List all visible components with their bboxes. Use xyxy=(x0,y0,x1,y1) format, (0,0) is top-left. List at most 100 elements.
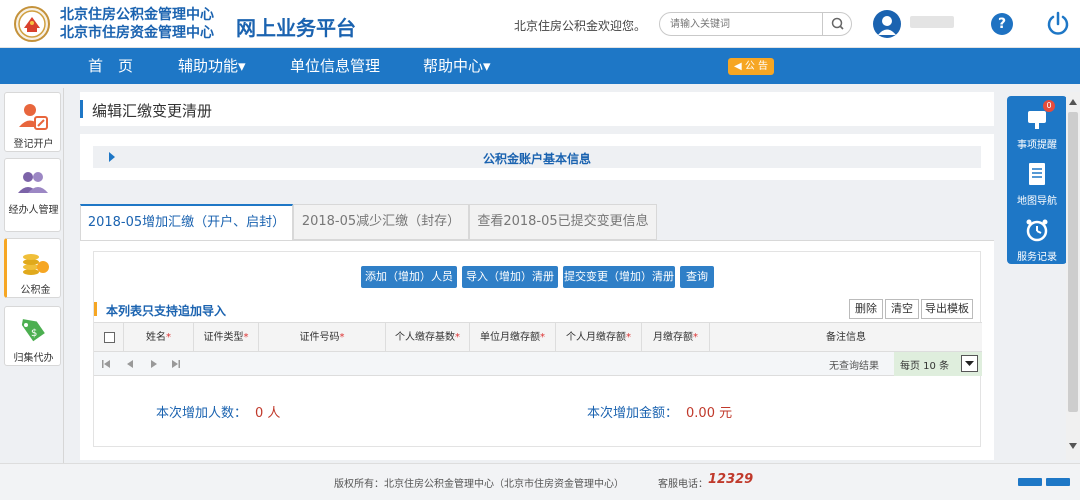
search-icon xyxy=(831,17,844,30)
sidebar-item-register[interactable]: 登记开户 xyxy=(4,92,61,152)
main-content: 编辑汇缴变更清册 公积金账户基本信息 2018-05增加汇缴（开户、启封） 20… xyxy=(80,92,994,460)
logo xyxy=(14,6,50,42)
nav-home[interactable]: 首 页 xyxy=(88,48,133,84)
operators-icon xyxy=(18,172,48,193)
search-box xyxy=(659,12,852,36)
select-all-checkbox[interactable] xyxy=(104,332,115,343)
chevron-down-icon xyxy=(965,361,974,366)
increase-amount-label: 本次增加金额： xyxy=(587,406,679,421)
prev-page-icon[interactable] xyxy=(124,358,136,370)
user-avatar[interactable] xyxy=(873,10,901,38)
power-icon xyxy=(1047,11,1069,35)
svg-text:$: $ xyxy=(31,328,37,339)
no-result-text: 无查询结果 xyxy=(829,361,879,372)
increase-count-label: 本次增加人数： xyxy=(156,406,248,421)
col-personal-base[interactable]: 个人缴存基数* xyxy=(386,323,470,352)
increase-count: 本次增加人数： 0 人 xyxy=(156,402,280,421)
org-line-2: 北京市住房资金管理中心 xyxy=(60,25,214,41)
map-nav-item[interactable]: 地图导航 xyxy=(1007,152,1067,208)
reminders-item[interactable]: 0 事项提醒 xyxy=(1007,96,1067,152)
grid-title-bar: 本列表只支持追加导入 删除 清空 导出模板 xyxy=(94,296,982,322)
col-remarks[interactable]: 备注信息 xyxy=(710,323,982,352)
scroll-thumb[interactable] xyxy=(1068,112,1078,412)
money-tag-icon: $ xyxy=(21,319,45,342)
sidebar-label: 登记开户 xyxy=(13,139,54,150)
service-record-label: 服务记录 xyxy=(1017,252,1057,263)
col-label: 个人月缴存额 xyxy=(566,332,626,343)
logout-button[interactable] xyxy=(1044,10,1072,38)
account-info-toggle[interactable]: 公积金账户基本信息 xyxy=(93,146,981,168)
import-list-button[interactable]: 导入（增加）清册 xyxy=(462,266,558,288)
select-all-cell xyxy=(94,323,124,352)
register-account-icon xyxy=(19,104,48,130)
submit-change-button[interactable]: 提交变更（增加）清册 xyxy=(563,266,675,288)
right-quick-panel: 0 事项提醒 地图导航 服务记录 xyxy=(1007,96,1067,264)
col-label: 单位月缴存额 xyxy=(480,332,540,343)
add-person-button[interactable]: 添加（增加）人员 xyxy=(361,266,457,288)
first-page-icon[interactable] xyxy=(100,358,112,370)
sidebar-item-collection-agent[interactable]: $ 归集代办 xyxy=(4,306,61,366)
page-size-dropdown[interactable] xyxy=(961,355,978,372)
scroll-down-icon[interactable] xyxy=(1069,442,1077,450)
footer-toggle-button[interactable] xyxy=(1018,478,1042,486)
help-button[interactable]: ? xyxy=(991,13,1013,35)
account-info-panel: 公积金账户基本信息 xyxy=(80,134,994,180)
tab-bar: 2018-05增加汇缴（开户、启封） 2018-05减少汇缴（封存） 查看201… xyxy=(80,204,994,240)
hotline-label: 客服电话： xyxy=(658,479,708,490)
col-label: 月缴存额 xyxy=(653,332,693,343)
nav-assist-functions[interactable]: 辅助功能▾ xyxy=(178,48,246,84)
query-button[interactable]: 查询 xyxy=(680,266,714,288)
account-info-title: 公积金账户基本信息 xyxy=(482,152,591,166)
grid-title: 本列表只支持追加导入 xyxy=(106,304,227,318)
main-nav: 首 页 辅助功能▾ 单位信息管理 帮助中心▾ ◀ 公 告 xyxy=(0,48,1080,84)
col-unit-monthly[interactable]: 单位月缴存额* xyxy=(470,323,556,352)
col-label: 个人缴存基数 xyxy=(395,332,455,343)
tab-decrease[interactable]: 2018-05减少汇缴（封存） xyxy=(293,204,469,240)
coins-icon xyxy=(23,254,49,275)
col-id-type[interactable]: 证件类型* xyxy=(194,323,259,352)
nav-help-center[interactable]: 帮助中心▾ xyxy=(423,48,491,84)
footer-toggle-button[interactable] xyxy=(1046,478,1070,486)
sidebar-item-operators[interactable]: 经办人管理 xyxy=(4,158,61,232)
tab-increase[interactable]: 2018-05增加汇缴（开户、启封） xyxy=(80,204,293,240)
scroll-up-icon[interactable] xyxy=(1069,98,1077,106)
clear-button[interactable]: 清空 xyxy=(885,299,919,319)
copyright-text: 版权所有：北京住房公积金管理中心（北京市住房资金管理中心） xyxy=(334,479,624,490)
user-icon xyxy=(878,16,896,35)
tab-content: 添加（增加）人员 导入（增加）清册 提交变更（增加）清册 查询 本列表只支持追加… xyxy=(80,240,994,460)
col-monthly-total[interactable]: 月缴存额* xyxy=(642,323,710,352)
delete-button[interactable]: 删除 xyxy=(849,299,883,319)
col-personal-monthly[interactable]: 个人月缴存额* xyxy=(556,323,642,352)
platform-title: 网上业务平台 xyxy=(236,16,356,40)
required-mark: * xyxy=(455,332,460,343)
service-record-item[interactable]: 服务记录 xyxy=(1007,208,1067,264)
col-label: 证件类型 xyxy=(203,332,244,343)
reminder-badge: 0 xyxy=(1043,100,1055,112)
last-page-icon[interactable] xyxy=(170,358,182,370)
required-mark: * xyxy=(693,332,698,343)
welcome-text: 北京住房公积金欢迎您。 xyxy=(514,19,647,33)
pager-bar: 无查询结果 每页 10 条 xyxy=(94,352,982,376)
grid-container: 添加（增加）人员 导入（增加）清册 提交变更（增加）清册 查询 本列表只支持追加… xyxy=(93,251,982,447)
required-mark: * xyxy=(243,332,249,343)
map-nav-label: 地图导航 xyxy=(1017,196,1057,207)
sidebar-item-fund[interactable]: 公积金 xyxy=(4,238,61,298)
search-input[interactable] xyxy=(670,16,820,32)
col-name[interactable]: 姓名* xyxy=(124,323,194,352)
next-page-icon[interactable] xyxy=(148,358,160,370)
username-masked xyxy=(910,16,954,28)
required-mark: * xyxy=(339,332,345,343)
col-id-number[interactable]: 证件号码* xyxy=(259,323,386,352)
tab-submitted[interactable]: 查看2018-05已提交变更信息 xyxy=(469,204,657,240)
required-mark: * xyxy=(166,332,171,343)
export-template-button[interactable]: 导出模板 xyxy=(921,299,973,319)
sidebar-label: 公积金 xyxy=(20,285,51,296)
nav-unit-info[interactable]: 单位信息管理 xyxy=(290,48,380,84)
document-icon xyxy=(1029,163,1045,185)
search-button[interactable] xyxy=(822,13,852,35)
notice-button[interactable]: ◀ 公 告 xyxy=(728,58,774,75)
page-scrollbar[interactable] xyxy=(1066,92,1080,460)
grid-title-accent xyxy=(94,302,97,316)
footer: 版权所有：北京住房公积金管理中心（北京市住房资金管理中心） 客服电话： 1232… xyxy=(0,463,1080,500)
reminders-label: 事项提醒 xyxy=(1017,140,1057,151)
